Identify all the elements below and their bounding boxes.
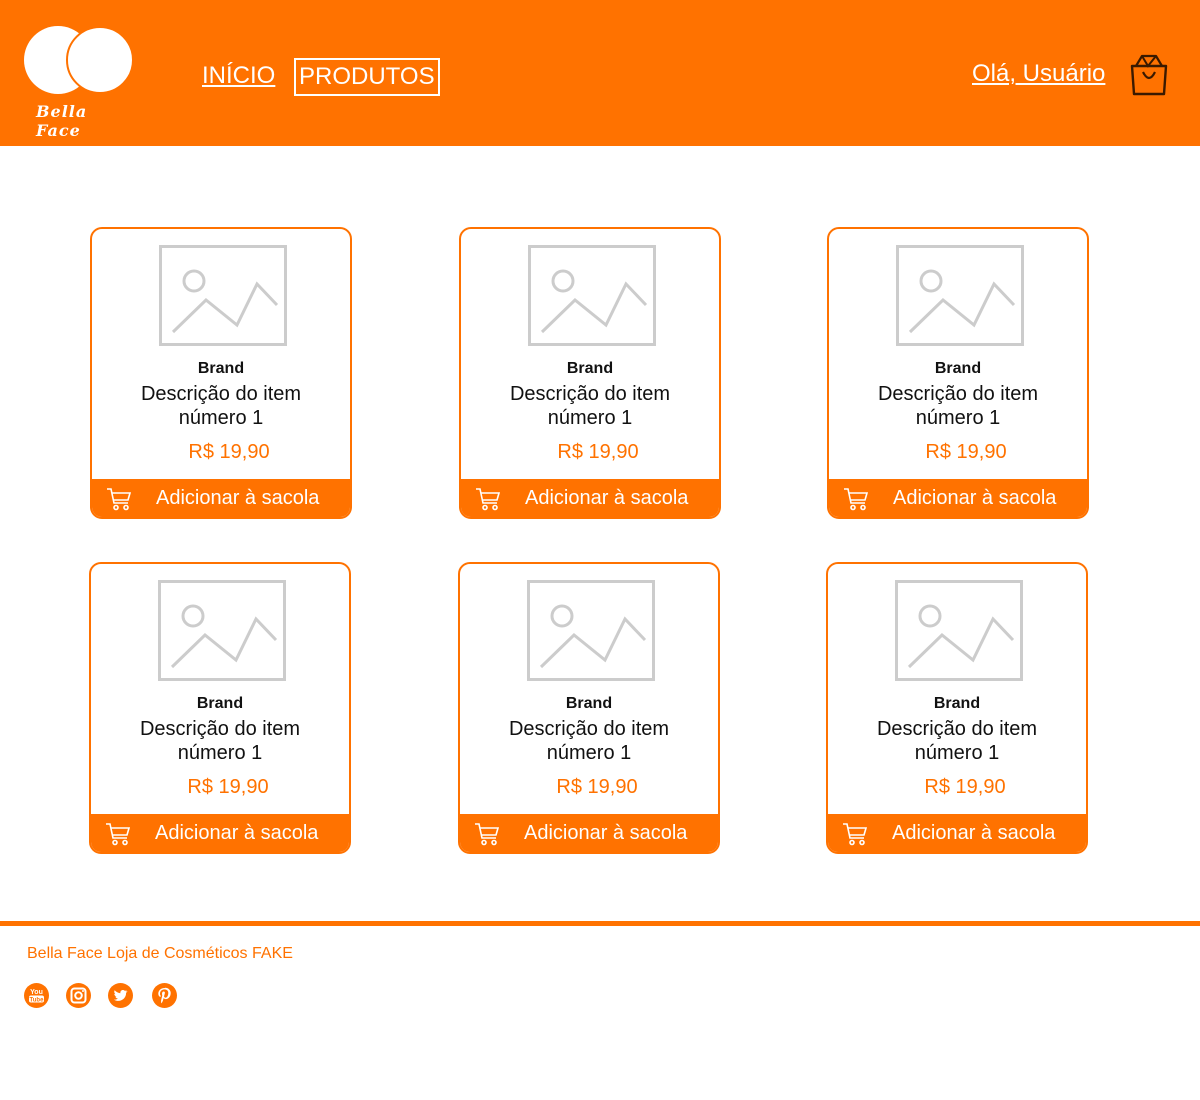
add-to-bag-button[interactable]: Adicionar à sacola bbox=[92, 479, 350, 517]
product-description: Descrição do item número 1 bbox=[460, 717, 718, 765]
add-to-bag-button[interactable]: Adicionar à sacola bbox=[829, 479, 1087, 517]
product-description-line1: Descrição do item bbox=[877, 383, 1039, 405]
product-card[interactable]: Brand Descrição do item número 1 R$ 19,90 Ad… bbox=[89, 562, 351, 854]
logo-text: Bella Face bbox=[36, 102, 88, 140]
add-to-bag-label: Adicionar à sacola bbox=[156, 487, 320, 509]
product-price: R$ 19,90 bbox=[188, 441, 270, 463]
product-description-line2: número 1 bbox=[178, 407, 264, 429]
product-card[interactable]: Brand Descrição do item número 1 R$ 19,90 Ad… bbox=[458, 562, 720, 854]
nav-link-products[interactable]: PRODUTOS bbox=[294, 58, 440, 96]
image-placeholder-icon bbox=[528, 245, 656, 346]
product-brand: Brand bbox=[566, 360, 614, 377]
product-description-line1: Descrição do item bbox=[139, 718, 301, 740]
product-card[interactable]: Brand Descrição do item número 1 R$ 19,90 Ad… bbox=[459, 227, 721, 519]
product-description-line1: Descrição do item bbox=[876, 718, 1038, 740]
svg-text:You: You bbox=[30, 989, 43, 996]
product-description-line1: Descrição do item bbox=[508, 718, 670, 740]
product-price: R$ 19,90 bbox=[187, 776, 269, 798]
product-brand: Brand bbox=[196, 695, 244, 712]
twitter-icon[interactable] bbox=[108, 983, 133, 1008]
image-placeholder-icon bbox=[158, 580, 286, 681]
product-card[interactable]: Brand Descrição do item número 1 R$ 19,90 Ad… bbox=[90, 227, 352, 519]
product-description-line2: número 1 bbox=[547, 407, 633, 429]
product-description-line2: número 1 bbox=[546, 742, 632, 764]
product-price: R$ 19,90 bbox=[925, 441, 1007, 463]
bella-face-logo[interactable]: Bella Face bbox=[24, 26, 134, 140]
product-description: Descrição do item número 1 bbox=[461, 382, 719, 430]
add-to-bag-label: Adicionar à sacola bbox=[892, 822, 1056, 844]
add-to-bag-label: Adicionar à sacola bbox=[525, 487, 689, 509]
footer-divider bbox=[0, 921, 1200, 926]
add-to-bag-label: Adicionar à sacola bbox=[524, 822, 688, 844]
product-brand: Brand bbox=[197, 360, 245, 377]
site-header: Bella Face INÍCIO PRODUTOS Olá, Usuário bbox=[0, 0, 1200, 146]
image-placeholder-icon bbox=[527, 580, 655, 681]
product-description-line1: Descrição do item bbox=[140, 383, 302, 405]
footer-store-name: Bella Face Loja de Cosméticos FAKE bbox=[27, 945, 293, 962]
cart-icon bbox=[476, 488, 501, 511]
cart-icon bbox=[844, 488, 869, 511]
cart-icon bbox=[475, 823, 500, 846]
shopping-bag-icon[interactable] bbox=[1128, 52, 1170, 98]
youtube-icon[interactable]: You Tube bbox=[24, 983, 49, 1008]
image-placeholder-icon bbox=[895, 580, 1023, 681]
add-to-bag-button[interactable]: Adicionar à sacola bbox=[91, 814, 349, 852]
product-price: R$ 19,90 bbox=[924, 776, 1006, 798]
user-greeting-link[interactable]: Olá, Usuário bbox=[972, 60, 1105, 88]
instagram-icon[interactable] bbox=[66, 983, 91, 1008]
product-card[interactable]: Brand Descrição do item número 1 R$ 19,90 Ad… bbox=[827, 227, 1089, 519]
logo-circle-right bbox=[66, 26, 134, 94]
pinterest-icon[interactable] bbox=[152, 983, 177, 1008]
add-to-bag-button[interactable]: Adicionar à sacola bbox=[828, 814, 1086, 852]
image-placeholder-icon bbox=[159, 245, 287, 346]
cart-icon bbox=[843, 823, 868, 846]
product-description-line2: número 1 bbox=[177, 742, 263, 764]
product-description-line2: número 1 bbox=[914, 742, 1000, 764]
product-description-line2: número 1 bbox=[915, 407, 1001, 429]
nav-link-home[interactable]: INÍCIO bbox=[202, 62, 275, 90]
cart-icon bbox=[107, 488, 132, 511]
product-brand: Brand bbox=[933, 695, 981, 712]
add-to-bag-button[interactable]: Adicionar à sacola bbox=[461, 479, 719, 517]
product-price: R$ 19,90 bbox=[557, 441, 639, 463]
product-price: R$ 19,90 bbox=[556, 776, 638, 798]
product-description: Descrição do item número 1 bbox=[829, 382, 1087, 430]
add-to-bag-button[interactable]: Adicionar à sacola bbox=[460, 814, 718, 852]
product-brand: Brand bbox=[934, 360, 982, 377]
product-description-line1: Descrição do item bbox=[509, 383, 671, 405]
product-brand: Brand bbox=[565, 695, 613, 712]
product-card[interactable]: Brand Descrição do item número 1 R$ 19,90 Ad… bbox=[826, 562, 1088, 854]
product-description: Descrição do item número 1 bbox=[828, 717, 1086, 765]
product-description: Descrição do item número 1 bbox=[91, 717, 349, 765]
add-to-bag-label: Adicionar à sacola bbox=[893, 487, 1057, 509]
image-placeholder-icon bbox=[896, 245, 1024, 346]
add-to-bag-label: Adicionar à sacola bbox=[155, 822, 319, 844]
cart-icon bbox=[106, 823, 131, 846]
svg-text:Tube: Tube bbox=[30, 997, 45, 1003]
product-description: Descrição do item número 1 bbox=[92, 382, 350, 430]
